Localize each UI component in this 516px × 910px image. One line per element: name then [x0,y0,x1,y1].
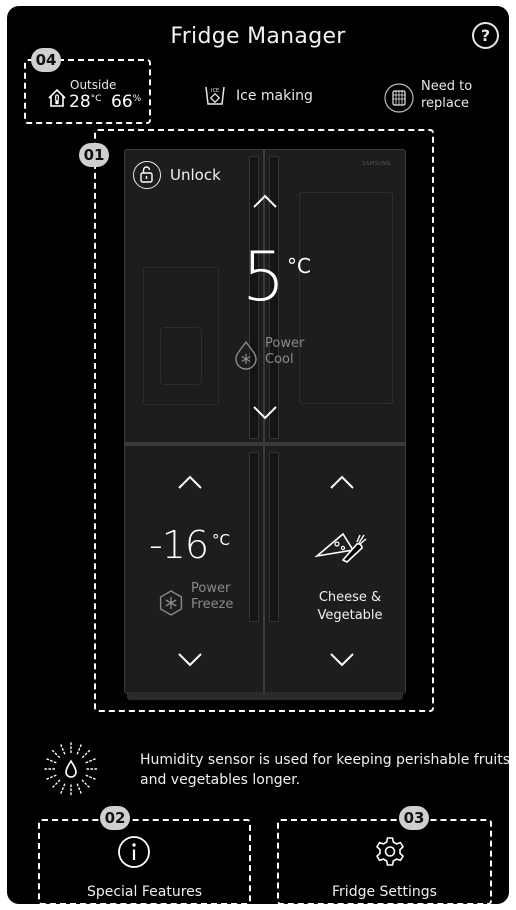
ice-making-label: Ice making [236,88,313,104]
gear-icon [376,837,404,866]
drawer-mode-down-chevron-down-icon[interactable] [328,652,356,668]
freezer-temp-unit: °C [212,531,230,549]
page-title: Fridge Manager [170,24,346,49]
badge-03: 03 [399,806,429,830]
fridge-settings-label: Fridge Settings [332,884,437,900]
filter-icon [384,83,414,113]
fridge-base [127,692,403,700]
freezer-temperature: -16 [149,523,209,567]
humidity-drop-icon [44,742,98,796]
fridge-temperature: 5 [242,238,285,317]
help-button[interactable]: ? [472,22,499,49]
drawer-mode-up-chevron-up-icon[interactable] [328,474,356,490]
drawer-handle-left [249,452,259,622]
outside-temperature: 28°C [69,92,102,112]
power-freeze-label: Power Freeze [191,581,234,612]
door-divider [263,149,265,694]
vegetable-icon [314,532,367,563]
help-icon: ? [480,26,491,45]
filter-label: Need to replace [421,79,473,111]
humidity-description: Humidity sensor is used for keeping peri… [140,752,509,788]
badge-01: 01 [79,143,109,167]
fridge-temp-down-chevron-down-icon[interactable] [251,405,279,421]
fridge-temp-unit: °C [287,254,311,278]
badge-04: 04 [31,48,61,72]
info-icon [118,836,150,868]
unlock-button[interactable] [133,161,161,189]
outside-humidity: 66% [111,92,142,112]
cheese-vegetable-label: Cheese & Vegetable [317,590,383,623]
freezer-temp-up-chevron-up-icon[interactable] [176,474,204,490]
power-cool-label: Power Cool [265,336,305,367]
app-screen: Fridge Manager ? 04 Outside 28°C 66% ICE… [7,6,509,904]
unlock-label: Unlock [170,166,221,184]
brand-logo: SAMSUNG [362,161,391,167]
ice-icon: ICE [205,86,225,105]
snowflake-hex-icon[interactable] [157,589,185,617]
fridge-temp-up-chevron-up-icon[interactable] [251,193,279,209]
freezer-temp-down-chevron-down-icon[interactable] [176,652,204,668]
unlock-icon [140,166,153,183]
outside-label: Outside [70,78,117,92]
snowflake-drop-icon[interactable] [232,340,260,370]
display-panel [299,192,393,404]
dispenser-nozzle [160,327,202,385]
house-thermometer-icon [48,88,66,107]
badge-02: 02 [100,806,130,830]
door-divider-horizontal [124,442,406,446]
special-features-label: Special Features [86,884,203,900]
